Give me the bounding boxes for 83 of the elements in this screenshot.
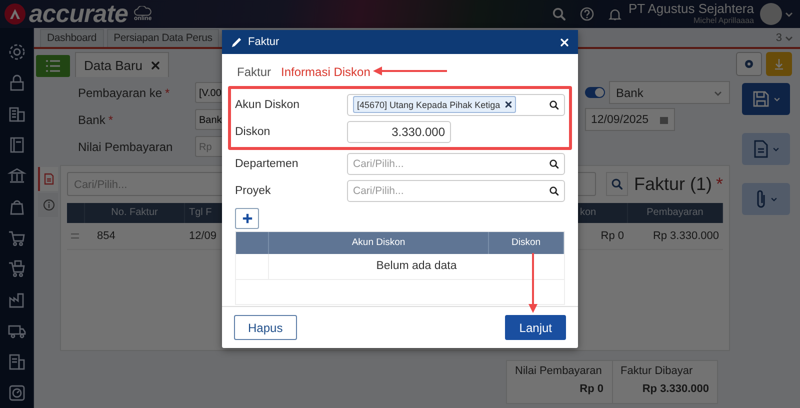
field-label: Proyek <box>235 184 272 196</box>
caret-icon <box>770 195 778 203</box>
logo-icon <box>4 3 26 25</box>
close-icon[interactable] <box>505 101 512 108</box>
gear-icon <box>743 58 755 70</box>
download-icon <box>774 58 784 70</box>
tag-chip[interactable]: [45670] Utang Kepada Pihak Ketiga <box>353 96 516 113</box>
input-field[interactable]: 3.330.000 <box>347 120 451 142</box>
tab-count[interactable]: 3 <box>776 32 782 44</box>
section-title: Faktur (1) <box>634 174 712 194</box>
save-icon <box>752 90 770 108</box>
info-icon <box>43 199 55 211</box>
empty-message: Belum ada data <box>269 254 564 280</box>
document-tab[interactable]: Data Baru <box>75 52 169 77</box>
field-label: Nilai Pembayaran <box>78 140 174 154</box>
table-cell: 854 <box>85 223 185 250</box>
summary-value: Rp 3.330.000 <box>641 383 709 395</box>
drag-handle-icon[interactable] <box>71 233 79 239</box>
cart-icon[interactable] <box>6 259 26 279</box>
search-icon <box>549 158 559 168</box>
field-label: Pembayaran ke <box>78 86 162 100</box>
column-header: kon <box>576 203 628 223</box>
settings-button[interactable] <box>736 52 762 76</box>
caret-icon <box>772 145 780 153</box>
next-button[interactable]: Lanjut <box>505 315 566 340</box>
save-button[interactable] <box>742 83 790 115</box>
caret-icon <box>772 95 780 103</box>
summary-label: Faktur Dibayar <box>620 365 694 377</box>
summary-value: Rp 0 <box>578 383 604 395</box>
attachment-button[interactable] <box>742 183 790 215</box>
required-mark: * <box>108 112 114 126</box>
search-field[interactable]: Cari/Pilih... <box>347 152 565 174</box>
cloud-icon <box>132 6 153 16</box>
date-field[interactable]: 12/09/2025 <box>585 108 675 131</box>
list-icon <box>46 60 60 72</box>
column-header: Akun Diskon <box>269 232 489 254</box>
document-tab[interactable] <box>38 167 58 191</box>
bank-select[interactable]: Bank <box>609 81 730 104</box>
tag-field[interactable]: [45670] Utang Kepada Pihak Ketiga <box>347 94 565 116</box>
column-header: No. Faktur <box>85 203 185 223</box>
tab[interactable]: Informasi Diskon <box>281 65 370 79</box>
bell-icon[interactable] <box>608 7 622 21</box>
gear-icon[interactable] <box>6 42 26 62</box>
column-header: Pembayaran <box>628 203 723 223</box>
plus-icon <box>242 213 252 224</box>
tab[interactable]: Dashboard <box>40 29 104 47</box>
help-icon[interactable] <box>580 7 594 21</box>
dialog-title: Faktur <box>248 36 280 48</box>
logo-text: accurate <box>29 2 128 26</box>
download-button[interactable] <box>766 52 792 76</box>
pencil-icon <box>231 36 242 48</box>
company-name: PT Agustus Sejahtera <box>628 2 754 16</box>
required-mark: * <box>165 86 170 100</box>
field-label: Bank <box>78 112 106 126</box>
user-name: Michel Aprillaaaa <box>694 16 754 26</box>
annotation-arrow <box>528 253 538 313</box>
search-icon <box>549 100 559 110</box>
search-icon <box>610 178 623 190</box>
list-button[interactable] <box>36 55 70 77</box>
search-icon[interactable] <box>552 7 566 21</box>
table-cell: Rp 3.330.000 <box>628 223 723 250</box>
tab[interactable]: Persiapan Data Perus <box>106 29 220 47</box>
field-label: Departemen <box>235 158 300 170</box>
calendar-icon <box>659 114 669 124</box>
add-button[interactable] <box>235 208 259 229</box>
avatar[interactable] <box>760 3 782 25</box>
info-tab[interactable] <box>38 193 58 217</box>
paperclip-icon <box>754 189 766 209</box>
toggle-switch[interactable] <box>585 87 605 98</box>
column-header: Diskon <box>489 232 564 254</box>
field-label: Diskon <box>235 126 272 138</box>
tab[interactable]: Faktur <box>237 65 272 79</box>
delete-button[interactable]: Hapus <box>234 315 297 340</box>
print-button[interactable] <box>742 133 790 165</box>
column-header <box>67 203 85 223</box>
gauge-icon[interactable] <box>6 383 26 403</box>
required-mark: * <box>716 174 723 194</box>
summary-label: Nilai Pembayaran <box>515 365 603 377</box>
column-header <box>236 232 269 254</box>
field-label: Akun Diskon <box>235 98 301 110</box>
search-button[interactable] <box>606 172 628 196</box>
search-icon <box>549 186 559 196</box>
search-field[interactable]: Cari/Pilih... <box>347 180 565 202</box>
